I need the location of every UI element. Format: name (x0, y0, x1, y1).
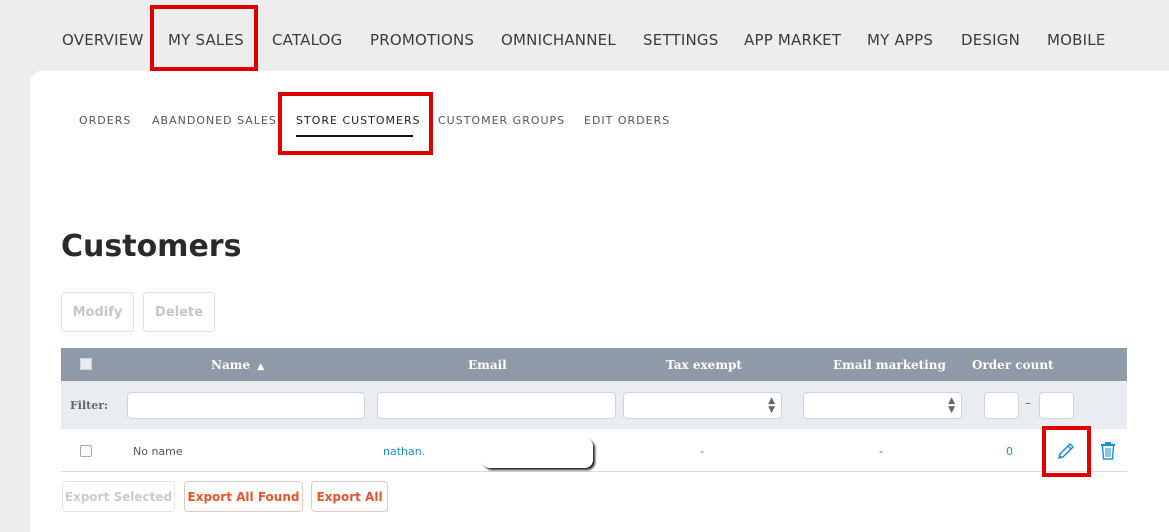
highlight-edit-icon (1042, 426, 1091, 477)
column-header-tax-exempt[interactable]: Tax exempt (666, 358, 742, 372)
row-checkbox[interactable] (80, 445, 92, 457)
nav-promotions[interactable]: PROMOTIONS (370, 31, 474, 49)
filter-label: Filter: (70, 399, 109, 412)
customer-tax-exempt: - (700, 445, 704, 458)
select-arrows-icon: ▲ ▼ (948, 396, 955, 415)
nav-my-apps[interactable]: MY APPS (867, 31, 933, 49)
subnav-edit-orders[interactable]: EDIT ORDERS (584, 114, 670, 127)
subnav-customer-groups[interactable]: CUSTOMER GROUPS (438, 114, 565, 127)
trash-icon[interactable] (1099, 441, 1117, 465)
subnav-abandoned-sales[interactable]: ABANDONED SALES (152, 114, 277, 127)
table-header: Name ▲ Email Tax exempt Email marketing … (61, 348, 1127, 381)
column-header-name[interactable]: Name ▲ (211, 358, 264, 372)
customer-email-link[interactable]: nathan. (383, 445, 425, 458)
column-header-order-count[interactable]: Order count (972, 358, 1054, 372)
nav-settings[interactable]: SETTINGS (643, 31, 718, 49)
range-separator: – (1025, 396, 1031, 410)
name-filter-input[interactable] (127, 392, 365, 419)
column-header-email[interactable]: Email (468, 358, 507, 372)
email-filter-input[interactable] (377, 392, 616, 419)
column-name-label: Name (211, 358, 251, 372)
export-all-button[interactable]: Export All (311, 481, 388, 512)
export-selected-button[interactable]: Export Selected (62, 481, 175, 512)
sort-ascending-icon: ▲ (257, 362, 265, 372)
subnav-orders[interactable]: ORDERS (79, 114, 131, 127)
nav-design[interactable]: DESIGN (961, 31, 1020, 49)
select-arrows-icon: ▲ ▼ (768, 396, 775, 415)
modify-button[interactable]: Modify (61, 292, 134, 332)
delete-button[interactable]: Delete (143, 292, 215, 332)
tax-exempt-filter-select[interactable]: ▲ ▼ (623, 392, 782, 419)
nav-omnichannel[interactable]: OMNICHANNEL (501, 31, 616, 49)
nav-overview[interactable]: OVERVIEW (62, 31, 143, 49)
order-count-max-input[interactable] (1039, 392, 1074, 419)
nav-app-market[interactable]: APP MARKET (744, 31, 841, 49)
highlight-store-customers (278, 92, 433, 155)
highlight-my-sales (150, 5, 258, 71)
table-row: No name nathan. - - 0 (61, 430, 1127, 472)
filter-row: Filter: ▲ ▼ ▲ ▼ – (61, 381, 1127, 429)
order-count-link[interactable]: 0 (1006, 445, 1013, 458)
customer-name: No name (133, 445, 183, 458)
page-title: Customers (61, 229, 242, 264)
customer-email-marketing: - (879, 445, 883, 458)
order-count-min-input[interactable] (984, 392, 1019, 419)
redaction-box (482, 438, 593, 468)
select-all-checkbox[interactable] (80, 358, 92, 370)
email-marketing-filter-select[interactable]: ▲ ▼ (803, 392, 962, 419)
export-all-found-button[interactable]: Export All Found (184, 481, 303, 512)
column-header-email-marketing[interactable]: Email marketing (833, 358, 946, 372)
nav-mobile[interactable]: MOBILE (1047, 31, 1106, 49)
nav-catalog[interactable]: CATALOG (272, 31, 342, 49)
